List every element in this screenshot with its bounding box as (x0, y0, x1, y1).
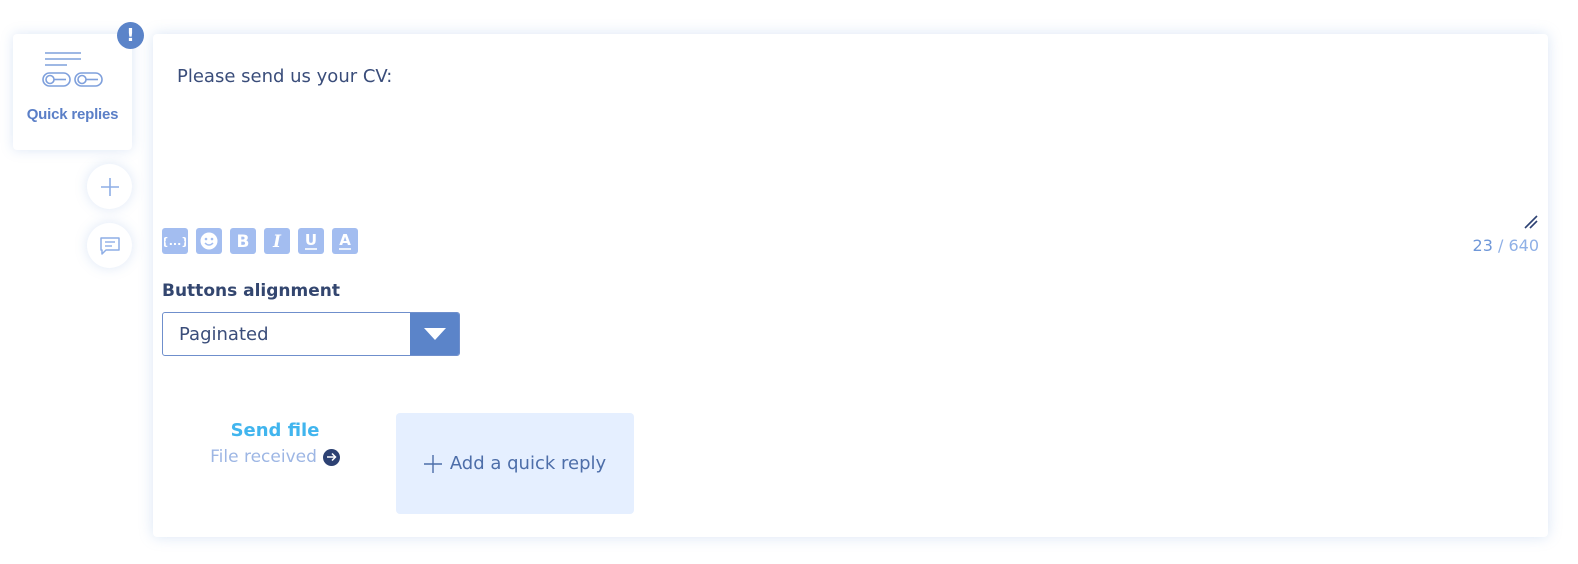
bold-icon[interactable]: B (230, 228, 256, 254)
buttons-alignment-select[interactable]: Paginated (162, 312, 460, 356)
quick-replies-label: Quick replies (26, 106, 119, 123)
svg-text:U: U (305, 231, 317, 249)
quick-replies-icon (41, 52, 103, 87)
message-button[interactable] (87, 223, 132, 268)
quick-reply-title: Send file (230, 420, 320, 441)
character-counter: 23 / 640 (1473, 236, 1539, 255)
svg-text:A: A (339, 231, 351, 249)
add-quick-reply-button[interactable]: Add a quick reply (396, 413, 634, 514)
add-quick-reply-label: Add a quick reply (449, 453, 607, 474)
quick-reply-subtitle: File received (210, 447, 317, 467)
chat-bubble-icon (99, 236, 120, 255)
formatting-toolbar: {...} B I U (162, 228, 358, 254)
underline-icon[interactable]: U (298, 228, 324, 254)
caret-down-icon (423, 328, 446, 340)
alert-badge: ! (117, 22, 144, 49)
resize-handle-icon[interactable] (1523, 214, 1539, 230)
dropdown-arrow[interactable] (410, 313, 459, 355)
selected-alignment-value: Paginated (179, 324, 269, 345)
variable-icon[interactable]: {...} (162, 228, 188, 254)
add-button[interactable] (87, 164, 132, 209)
char-count-current: 23 (1472, 236, 1493, 255)
plus-icon (100, 177, 119, 196)
message-text-area[interactable]: Please send us your CV: (177, 66, 392, 87)
plus-icon (423, 454, 442, 473)
buttons-alignment-label: Buttons alignment (162, 281, 341, 301)
quick-replies-card[interactable]: Quick replies (13, 34, 132, 150)
italic-icon[interactable]: I (264, 228, 290, 254)
svg-text:{...}: {...} (164, 235, 186, 248)
emoji-icon[interactable] (196, 228, 222, 254)
char-count-max: / 640 (1497, 236, 1539, 255)
arrow-right-icon (322, 448, 340, 466)
svg-text:B: B (237, 232, 250, 250)
message-editor-panel: Please send us your CV: {...} B I (153, 34, 1548, 537)
quick-reply-subtitle-row: File received (210, 447, 340, 467)
svg-text:I: I (272, 232, 282, 250)
text-color-icon[interactable]: A (332, 228, 358, 254)
quick-reply-send-file[interactable]: Send file File received (177, 420, 373, 467)
